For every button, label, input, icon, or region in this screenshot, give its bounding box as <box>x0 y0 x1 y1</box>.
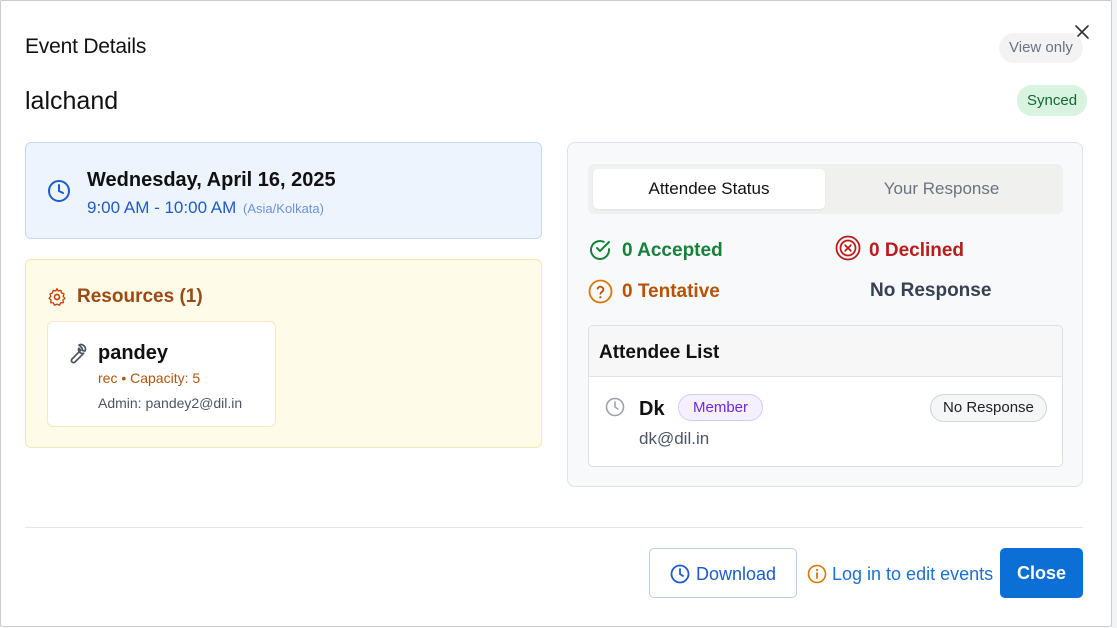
resource-meta: rec • Capacity: 5 <box>98 370 201 386</box>
view-only-badge: View only <box>999 33 1083 63</box>
attendee-response-badge: No Response <box>930 394 1047 422</box>
download-button[interactable]: Download <box>649 548 797 598</box>
gear-icon <box>48 288 66 306</box>
declined-count: 0 Declined <box>869 240 965 261</box>
resource-admin: Admin: pandey2@dil.in <box>98 395 243 411</box>
resources-card: Resources (1) pandey rec • Capacity: 5 A… <box>25 259 542 448</box>
footer-divider <box>25 527 1083 528</box>
sync-status-badge: Synced <box>1017 85 1088 116</box>
no-response-stat: No Response <box>870 280 992 301</box>
event-timezone: (Asia/Kolkata) <box>243 201 324 216</box>
resource-name: pandey <box>98 342 169 364</box>
event-name: lalchand <box>25 87 119 115</box>
clock-icon <box>605 397 625 417</box>
attendee-list-title: Attendee List <box>599 342 720 363</box>
attendee-tabs: Attendee Status Your Response <box>588 164 1063 214</box>
accepted-count: 0 Accepted <box>622 240 723 261</box>
tab-attendee-status[interactable]: Attendee Status <box>593 169 825 209</box>
resource-item: pandey rec • Capacity: 5 Admin: pandey2@… <box>47 321 276 427</box>
clock-icon <box>670 564 690 584</box>
attendee-panel: Attendee Status Your Response 0 Accepted… <box>567 142 1083 487</box>
download-label: Download <box>696 564 777 584</box>
attendee-list: Attendee List Dk Member dk@dil.in No Res… <box>588 325 1063 467</box>
check-circle-icon <box>590 240 610 260</box>
clock-icon <box>48 180 70 202</box>
event-date: Wednesday, April 16, 2025 <box>87 169 336 191</box>
attendee-name: Dk <box>639 398 665 420</box>
event-details-modal: Event Details View only lalchand Synced … <box>0 0 1112 627</box>
attendee-role-badge: Member <box>678 394 764 421</box>
attendee-email: dk@dil.in <box>639 429 710 448</box>
event-time-range: 9:00 AM - 10:00 AM (Asia/Kolkata) <box>87 198 324 218</box>
resources-title: Resources (1) <box>77 286 203 307</box>
tentative-count: 0 Tentative <box>622 281 720 302</box>
event-time: 9:00 AM - 10:00 AM <box>87 198 237 217</box>
x-circle-icon <box>835 235 861 261</box>
attendee-list-header: Attendee List <box>589 326 1062 377</box>
wrench-icon <box>70 343 87 364</box>
background-edge <box>1112 0 1117 628</box>
modal-title: Event Details <box>25 35 147 58</box>
login-hint-label: Log in to edit events <box>832 564 994 584</box>
tab-your-response[interactable]: Your Response <box>825 169 1058 209</box>
question-circle-icon <box>588 279 613 304</box>
date-time-card: Wednesday, April 16, 2025 9:00 AM - 10:0… <box>25 142 542 239</box>
info-icon <box>807 564 827 584</box>
close-button[interactable]: Close <box>1000 548 1083 598</box>
